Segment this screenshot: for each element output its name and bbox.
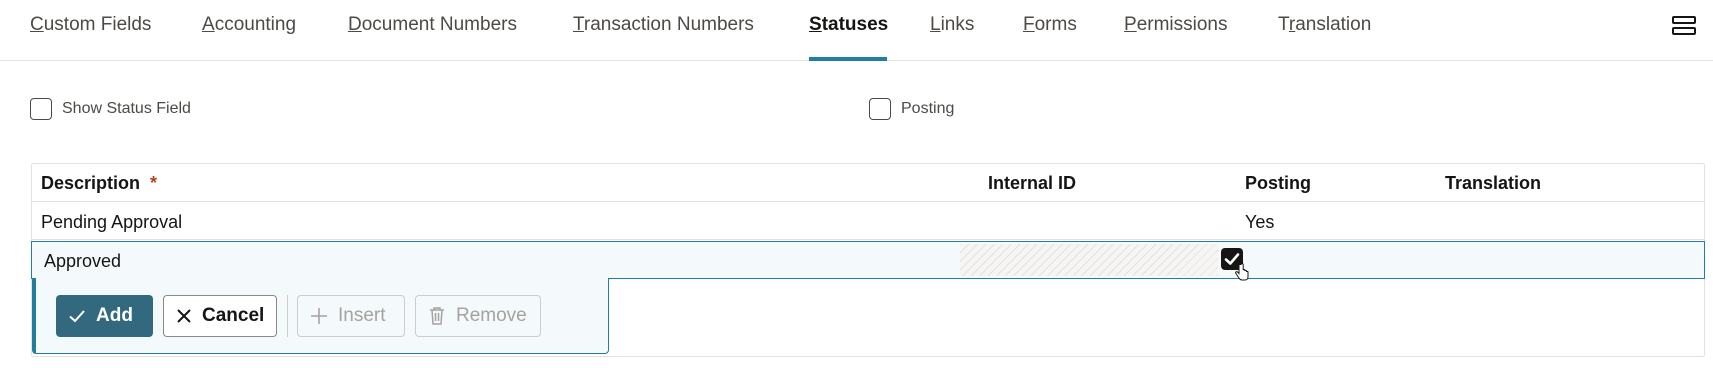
column-header-internal-id[interactable]: Internal ID xyxy=(988,173,1076,194)
cancel-button[interactable]: Cancel xyxy=(163,295,277,337)
table-row[interactable]: Pending Approval Yes xyxy=(32,202,1704,240)
tab-label-rest: anslation xyxy=(1295,14,1372,35)
remove-button[interactable]: Remove xyxy=(415,295,541,337)
tab-label-rest: inks xyxy=(940,14,975,35)
tab-access-key: A xyxy=(202,14,215,35)
tab-accounting[interactable]: Accounting xyxy=(202,14,296,36)
grid-header: Description * Internal ID Posting Transla… xyxy=(32,164,1704,202)
insert-button-label: Insert xyxy=(338,305,386,326)
add-button[interactable]: Add xyxy=(56,295,153,337)
column-header-posting[interactable]: Posting xyxy=(1245,173,1311,194)
tab-label-rest: ermissions xyxy=(1136,14,1228,35)
checkbox-box[interactable] xyxy=(30,98,52,120)
tab-access-key: S xyxy=(809,14,822,35)
statuses-grid: Description * Internal ID Posting Transla… xyxy=(31,163,1705,357)
trash-icon xyxy=(430,307,444,325)
tab-transaction-numbers[interactable]: Transaction Numbers xyxy=(573,14,754,36)
active-tab-indicator xyxy=(809,57,887,61)
tab-document-numbers[interactable]: Document Numbers xyxy=(348,14,517,36)
tab-access-key: F xyxy=(1023,14,1035,35)
tab-label-rest: orms xyxy=(1034,14,1077,35)
tab-bar: Custom Fields Accounting Document Number… xyxy=(0,0,1713,61)
description-edit-field[interactable]: Approved xyxy=(44,251,121,272)
add-button-label: Add xyxy=(96,305,133,326)
tab-links[interactable]: Links xyxy=(930,14,974,36)
tab-access-key: C xyxy=(30,14,44,35)
column-header-translation[interactable]: Translation xyxy=(1445,173,1541,194)
show-status-field-label: Show Status Field xyxy=(62,100,191,117)
insert-button[interactable]: Insert xyxy=(297,295,405,337)
tab-label-rest: ustom Fields xyxy=(43,14,152,35)
posting-label: Posting xyxy=(901,100,955,117)
tab-label-rest: ocument Numbers xyxy=(361,14,517,35)
tab-access-key: T xyxy=(573,14,584,35)
description-header-label: Description xyxy=(41,173,141,193)
overflow-menu-icon[interactable] xyxy=(1672,16,1696,36)
close-icon xyxy=(177,309,191,323)
show-status-field-checkbox[interactable]: Show Status Field xyxy=(30,98,191,120)
tab-label-pre: T xyxy=(1278,14,1289,35)
row-action-panel: Add Cancel Insert Remove xyxy=(32,278,609,354)
plus-icon xyxy=(311,308,327,324)
cell-posting: Yes xyxy=(1245,212,1275,232)
column-header-description[interactable]: Description * xyxy=(41,173,157,194)
tab-custom-fields[interactable]: Custom Fields xyxy=(30,14,151,36)
cell-description: Pending Approval xyxy=(41,212,183,232)
toolbar-separator xyxy=(287,295,288,337)
tab-translation[interactable]: Translation xyxy=(1278,14,1371,36)
tab-label-rest: ransaction Numbers xyxy=(583,14,754,35)
required-mark: * xyxy=(150,173,158,193)
tab-forms[interactable]: Forms xyxy=(1023,14,1077,36)
cancel-button-label: Cancel xyxy=(202,305,265,326)
tab-access-key: L xyxy=(930,14,941,35)
tab-statuses[interactable]: Statuses xyxy=(809,14,888,36)
tab-access-key: P xyxy=(1124,14,1137,35)
tab-permissions[interactable]: Permissions xyxy=(1124,14,1228,36)
tab-access-key: D xyxy=(348,14,362,35)
table-row-editing[interactable]: Approved xyxy=(31,241,1705,281)
internal-id-readonly-cell xyxy=(960,244,1218,276)
tab-label-rest: ccounting xyxy=(214,14,297,35)
pointer-hand-icon xyxy=(1235,263,1249,281)
posting-checkbox[interactable]: Posting xyxy=(869,98,954,120)
checkbox-box[interactable] xyxy=(869,98,891,120)
remove-button-label: Remove xyxy=(456,305,527,326)
check-icon xyxy=(69,310,85,323)
tab-label-rest: tatuses xyxy=(821,14,889,35)
